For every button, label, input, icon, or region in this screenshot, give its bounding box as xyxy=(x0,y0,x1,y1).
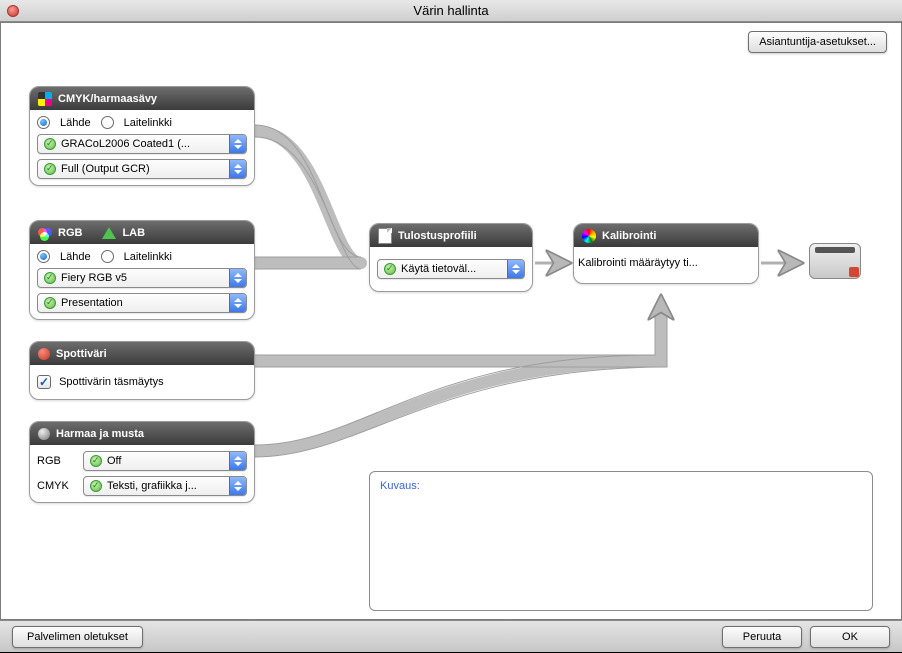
chevrons-icon xyxy=(229,160,246,178)
cmyk-devlink-label: Laitelinkki xyxy=(124,117,172,129)
panel-output-profile: Tulostusprofiili Käytä tietoväl... xyxy=(369,223,533,292)
panel-rgb-header: RGB LAB xyxy=(30,221,254,244)
rgb-source-label: Lähde xyxy=(60,251,91,263)
panel-gray-black: Harmaa ja musta RGB Off CMYK Teksti, gra… xyxy=(29,421,255,503)
rgb-source-radio[interactable] xyxy=(37,250,50,263)
check-icon xyxy=(90,455,102,467)
gray-title: Harmaa ja musta xyxy=(56,428,144,440)
chevrons-icon xyxy=(229,135,246,153)
check-icon xyxy=(44,272,56,284)
check-icon xyxy=(44,163,56,175)
gray-cmyk-select[interactable]: Teksti, grafiikka j... xyxy=(83,476,247,496)
chevrons-icon xyxy=(229,269,246,287)
gray-cmyk-label: CMYK xyxy=(37,480,77,492)
panel-spot: Spottiväri Spottivärin täsmäytys xyxy=(29,341,255,400)
check-icon xyxy=(90,480,102,492)
tab-rgb[interactable]: RGB xyxy=(58,227,82,239)
calibration-icon xyxy=(582,229,596,243)
rgb-intent-value: Presentation xyxy=(61,297,123,309)
titlebar: Värin hallinta xyxy=(0,0,902,22)
rgb-profile-select[interactable]: Fiery RGB v5 xyxy=(37,268,247,288)
rgb-icon xyxy=(38,226,52,240)
lab-icon xyxy=(102,227,116,239)
output-profile-value: Käytä tietoväl... xyxy=(401,263,476,275)
footer: Palvelimen oletukset Peruuta OK xyxy=(0,620,902,652)
spot-title: Spottiväri xyxy=(56,348,107,360)
description-box: Kuvaus: xyxy=(369,471,873,611)
calibration-title: Kalibrointi xyxy=(602,230,656,242)
spot-match-label: Spottivärin täsmäytys xyxy=(59,376,164,388)
server-defaults-button[interactable]: Palvelimen oletukset xyxy=(12,626,143,648)
rgb-intent-select[interactable]: Presentation xyxy=(37,293,247,313)
output-profile-select[interactable]: Käytä tietoväl... xyxy=(377,259,525,279)
panel-output-header: Tulostusprofiili xyxy=(370,224,532,247)
cmyk-processing-value: Full (Output GCR) xyxy=(61,163,150,175)
panel-calibration-header: Kalibrointi xyxy=(574,224,758,247)
rgb-devlink-label: Laitelinkki xyxy=(124,251,172,263)
gray-rgb-value: Off xyxy=(107,455,121,467)
cmyk-profile-value: GRACoL2006 Coated1 (... xyxy=(61,138,190,150)
ok-button[interactable]: OK xyxy=(810,626,890,648)
panel-cmyk-title: CMYK/harmaasävy xyxy=(58,93,157,105)
check-icon xyxy=(384,263,396,275)
description-label: Kuvaus: xyxy=(380,480,420,492)
cmyk-source-label: Lähde xyxy=(60,117,91,129)
panel-rgb: RGB LAB Lähde Laitelinkki Fiery RGB v5 P… xyxy=(29,220,255,320)
document-icon xyxy=(378,228,392,244)
panel-cmyk-header: CMYK/harmaasävy xyxy=(30,87,254,110)
spot-match-checkbox[interactable] xyxy=(37,375,51,389)
cmyk-devlink-radio[interactable] xyxy=(101,116,114,129)
tab-lab[interactable]: LAB xyxy=(122,227,145,239)
output-profile-title: Tulostusprofiili xyxy=(398,230,477,242)
chevrons-icon xyxy=(507,260,524,278)
canvas: Asiantuntija-asetukset... CMYK/harmaasäv… xyxy=(0,22,902,620)
printer-icon xyxy=(807,235,863,281)
gray-icon xyxy=(38,428,50,440)
gray-cmyk-value: Teksti, grafiikka j... xyxy=(107,480,197,492)
panel-cmyk: CMYK/harmaasävy Lähde Laitelinkki GRACoL… xyxy=(29,86,255,186)
calibration-text: Kalibrointi määräytyy ti... xyxy=(574,247,758,283)
rgb-devlink-radio[interactable] xyxy=(101,250,114,263)
check-icon xyxy=(44,138,56,150)
cancel-button[interactable]: Peruuta xyxy=(722,626,802,648)
cmyk-profile-select[interactable]: GRACoL2006 Coated1 (... xyxy=(37,134,247,154)
gray-rgb-label: RGB xyxy=(37,455,77,467)
spot-icon xyxy=(38,348,50,360)
chevrons-icon xyxy=(229,294,246,312)
panel-gray-header: Harmaa ja musta xyxy=(30,422,254,445)
cmyk-icon xyxy=(38,92,52,106)
check-icon xyxy=(44,297,56,309)
window-title: Värin hallinta xyxy=(0,3,902,18)
rgb-profile-value: Fiery RGB v5 xyxy=(61,272,127,284)
expert-settings-button[interactable]: Asiantuntija-asetukset... xyxy=(748,31,887,53)
chevrons-icon xyxy=(229,477,246,495)
chevrons-icon xyxy=(229,452,246,470)
gray-rgb-select[interactable]: Off xyxy=(83,451,247,471)
panel-spot-header: Spottiväri xyxy=(30,342,254,365)
panel-calibration: Kalibrointi Kalibrointi määräytyy ti... xyxy=(573,223,759,284)
cmyk-processing-select[interactable]: Full (Output GCR) xyxy=(37,159,247,179)
cmyk-source-radio[interactable] xyxy=(37,116,50,129)
